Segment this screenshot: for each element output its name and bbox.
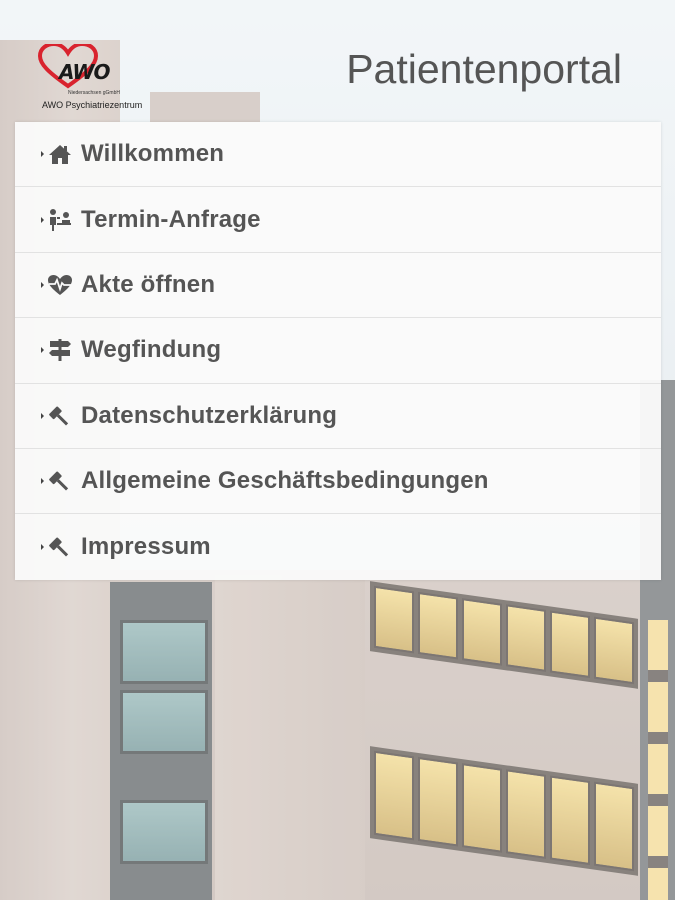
logo-wordmark: AWO: [59, 60, 110, 84]
bullet-icon: [41, 281, 44, 288]
home-icon: [47, 141, 73, 167]
menu-item-label: Termin-Anfrage: [81, 205, 261, 233]
page-title: Patientenportal: [346, 46, 622, 92]
menu-item-impressum[interactable]: Impressum: [15, 514, 661, 579]
menu-item-wegfindung[interactable]: Wegfindung: [15, 318, 661, 384]
bullet-icon: [41, 347, 44, 354]
menu-item-label: Impressum: [81, 533, 211, 561]
logo-subline-small: Niedersachsen gGmbH: [68, 90, 120, 96]
menu-item-agb[interactable]: Allgemeine Geschäftsbedingungen: [15, 449, 661, 515]
gavel-icon: [47, 534, 73, 560]
consultation-icon: [47, 207, 73, 233]
main-menu: Willkommen Termin-Anfrage Akte öffnen We…: [15, 122, 661, 580]
awo-logo: AWO Niedersachsen gGmbH AWO Psychiatriez…: [38, 44, 158, 116]
menu-item-termin-anfrage[interactable]: Termin-Anfrage: [15, 187, 661, 253]
menu-item-label: Akte öffnen: [81, 270, 216, 298]
bullet-icon: [41, 216, 44, 223]
gavel-icon: [47, 403, 73, 429]
menu-item-datenschutzerklaerung[interactable]: Datenschutzerklärung: [15, 384, 661, 449]
bullet-icon: [41, 151, 44, 158]
bullet-icon: [41, 478, 44, 485]
menu-item-akte-oeffnen[interactable]: Akte öffnen: [15, 253, 661, 319]
bullet-icon: [41, 412, 44, 419]
menu-item-label: Wegfindung: [81, 336, 222, 364]
menu-item-willkommen[interactable]: Willkommen: [15, 122, 661, 188]
gavel-icon: [47, 468, 73, 494]
bullet-icon: [41, 544, 44, 551]
logo-subline: AWO Psychiatriezentrum: [42, 100, 143, 110]
menu-item-label: Datenschutzerklärung: [81, 401, 338, 429]
menu-item-label: Willkommen: [81, 140, 225, 168]
menu-item-label: Allgemeine Geschäftsbedingungen: [81, 467, 489, 495]
signpost-icon: [47, 337, 73, 363]
heartbeat-icon: [47, 272, 73, 298]
